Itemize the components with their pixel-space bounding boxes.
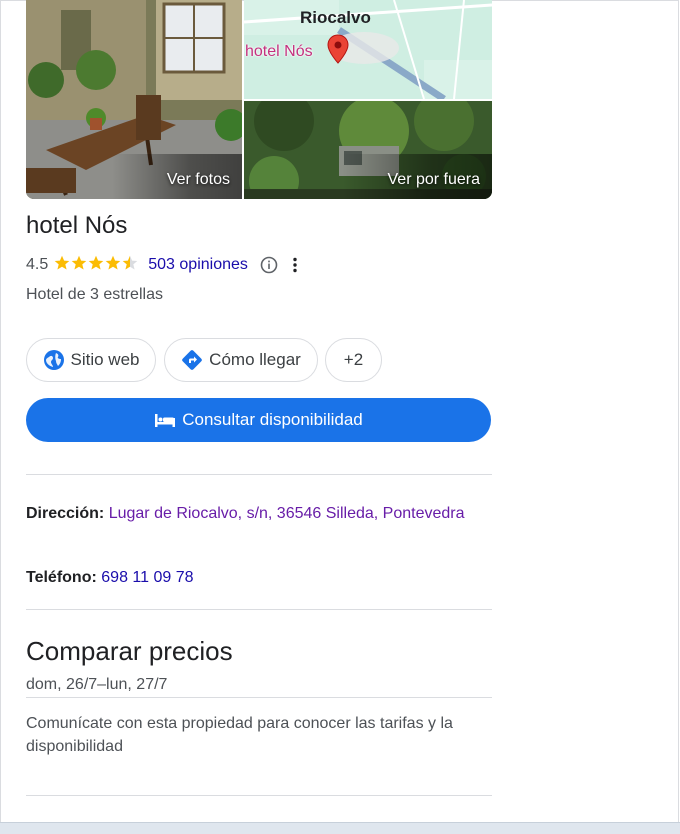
hotel-category: Hotel de 3 estrellas <box>26 286 163 303</box>
directions-button[interactable]: Cómo llegar <box>164 338 318 382</box>
phone-row: Teléfono: 698 11 09 78 <box>26 564 466 592</box>
view-photos-label: Ver fotos <box>166 171 230 188</box>
phone-link[interactable]: 698 11 09 78 <box>101 569 193 586</box>
more-actions-button[interactable]: +2 <box>325 338 382 382</box>
check-availability-label: Consultar disponibilidad <box>182 410 363 429</box>
website-button-label: Sitio web <box>70 350 140 369</box>
address-label: Dirección: <box>26 505 105 522</box>
stars-graphic <box>54 255 138 269</box>
website-button[interactable]: Sitio web <box>26 338 156 382</box>
rating-value: 4.5 <box>26 256 49 273</box>
phone-label: Teléfono: <box>26 569 97 586</box>
directions-button-label: Cómo llegar <box>209 350 301 369</box>
hotel-name: hotel Nós <box>26 212 128 239</box>
hotel-photo-main[interactable]: Ver fotos <box>26 0 242 199</box>
more-vert-icon[interactable] <box>290 256 300 274</box>
view-street-label: Ver por fuera <box>387 171 481 188</box>
divider-3 <box>26 697 492 698</box>
globe-icon <box>43 350 64 370</box>
address-row: Dirección: Lugar de Riocalvo, s/n, 36546… <box>26 500 466 528</box>
info-icon[interactable] <box>260 256 278 274</box>
street-view-thumbnail[interactable]: Ver por fuera <box>244 101 492 199</box>
rating-row: 4.5 503 opiniones <box>26 254 300 276</box>
check-availability-button[interactable]: Consultar disponibilidad <box>26 398 491 442</box>
prices-note: Comunícate con esta propiedad para conoc… <box>26 715 453 755</box>
map-pin-label: hotel Nós <box>245 43 313 60</box>
divider-1 <box>26 474 492 475</box>
reviews-link[interactable]: 503 opiniones <box>148 256 248 274</box>
address-link[interactable]: Lugar de Riocalvo, s/n, 36546 Silleda, P… <box>109 505 465 522</box>
bed-icon <box>155 414 176 427</box>
map-pin-icon <box>327 34 349 64</box>
map-place-label: Riocalvo <box>300 8 371 27</box>
divider-2 <box>26 609 492 610</box>
map-thumbnail[interactable]: Riocalvo hotel Nós <box>244 0 492 99</box>
divider-4 <box>26 795 492 796</box>
more-actions-label: +2 <box>343 350 364 369</box>
stay-dates[interactable]: dom, 26/7–lun, 27/7 <box>26 676 167 694</box>
compare-prices-title: Comparar precios <box>26 636 233 666</box>
directions-icon <box>182 350 202 370</box>
star-rating-icon <box>54 255 140 276</box>
window-bottom-edge <box>0 822 680 834</box>
